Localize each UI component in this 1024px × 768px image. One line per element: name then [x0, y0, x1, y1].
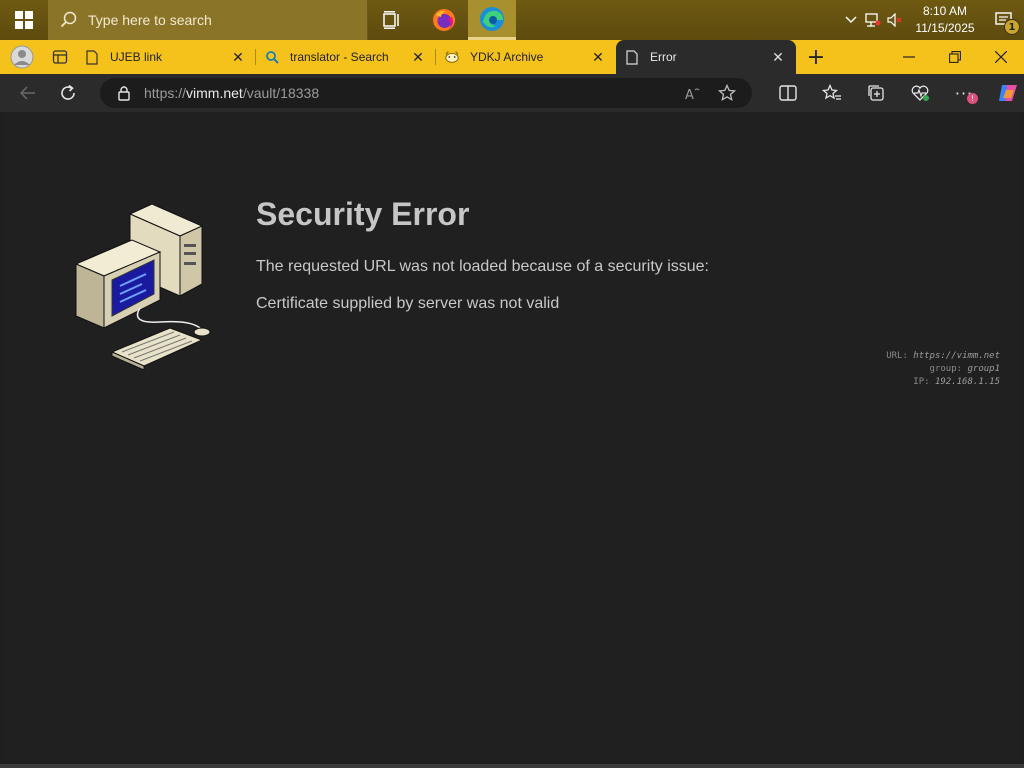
restore-icon [949, 51, 961, 63]
favorites-button[interactable] [810, 74, 854, 112]
diag-group-row: group: group1 [886, 363, 1000, 376]
diagnostic-info: URL: https://vimm.net group: group1 IP: … [886, 350, 1000, 389]
tab-title: YDKJ Archive [470, 50, 544, 64]
extension-badge: ! [967, 93, 978, 104]
back-button[interactable] [8, 74, 48, 112]
diag-url-value: https://vimm.net [913, 351, 1000, 361]
minimize-icon [903, 56, 915, 58]
network-icon[interactable] [862, 0, 884, 40]
diag-ip-label: IP: [913, 377, 930, 387]
profile-button[interactable] [0, 40, 44, 74]
close-icon[interactable]: ✕ [770, 49, 786, 65]
notification-count-badge: 1 [1004, 19, 1020, 35]
hand-icon [444, 49, 460, 65]
task-view-button[interactable] [368, 0, 416, 40]
diag-ip-value: 192.168.1.15 [934, 377, 1000, 387]
tab-actions-icon [52, 50, 68, 64]
tab-translator-search[interactable]: translator - Search ✕ [256, 40, 436, 74]
refresh-icon [61, 84, 75, 100]
window-bottom-border [0, 764, 1024, 768]
page-icon [84, 49, 100, 65]
system-tray: 8:10 AM 11/15/2025 1 [840, 0, 1024, 40]
taskbar: Type here to search 8:10 AM 11/15/2025 1 [0, 0, 1024, 40]
notification-center-button[interactable]: 1 [984, 0, 1024, 40]
page-icon [624, 49, 640, 65]
url-scheme: https:// [144, 85, 187, 101]
windows-logo-icon [15, 11, 33, 29]
taskbar-search-box[interactable]: Type here to search [48, 0, 368, 40]
taskbar-search-placeholder: Type here to search [88, 12, 212, 28]
computer-illustration-icon [74, 204, 211, 370]
address-bar[interactable]: https://vimm.net/vault/18338 A [100, 78, 752, 108]
search-icon [264, 49, 280, 65]
edge-icon [480, 6, 504, 31]
lock-icon [118, 85, 130, 101]
close-window-button[interactable] [978, 40, 1024, 74]
collections-button[interactable] [854, 74, 898, 112]
search-icon [60, 11, 77, 28]
split-screen-icon [779, 85, 797, 101]
page-content: Security Error The requested URL was not… [4, 112, 1020, 764]
taskbar-clock[interactable]: 8:10 AM 11/15/2025 [906, 3, 984, 37]
heart-pulse-icon [911, 85, 929, 101]
read-aloud-icon: A [685, 88, 700, 101]
settings-more-button[interactable]: ··· ! [942, 74, 986, 112]
refresh-button[interactable] [48, 74, 88, 112]
browser-tab-strip: UJEB link ✕ translator - Search ✕ YDKJ A… [0, 40, 1024, 74]
error-title: Security Error [256, 196, 470, 232]
favorites-star-list-icon [822, 84, 841, 100]
diag-url-row: URL: https://vimm.net [886, 350, 1000, 363]
tab-ujeb-link[interactable]: UJEB link ✕ [76, 40, 256, 74]
restore-button[interactable] [932, 40, 978, 74]
avatar-icon [10, 45, 34, 69]
edge-taskbar-button[interactable] [468, 0, 516, 40]
diag-url-label: URL: [886, 351, 908, 361]
browser-essentials-button[interactable] [898, 74, 942, 112]
favorite-star-button[interactable] [710, 78, 744, 108]
firefox-taskbar-button[interactable] [420, 0, 468, 40]
start-button[interactable] [0, 0, 48, 40]
window-controls [886, 40, 1024, 74]
clock-date: 11/15/2025 [915, 21, 975, 35]
star-icon [718, 84, 736, 102]
error-detail: Certificate supplied by server was not v… [256, 295, 560, 312]
chevron-up-icon[interactable] [840, 0, 862, 40]
diag-ip-row: IP: 192.168.1.15 [886, 376, 1000, 389]
tab-title: Error [650, 50, 677, 64]
copilot-icon [999, 85, 1017, 101]
firefox-icon [433, 9, 455, 31]
tab-error[interactable]: Error ✕ [616, 40, 796, 74]
task-view-icon [383, 11, 399, 29]
svg-text:A: A [685, 88, 694, 101]
diag-group-value: group1 [967, 364, 1000, 374]
close-icon[interactable]: ✕ [230, 49, 246, 65]
read-aloud-button[interactable]: A [676, 78, 710, 108]
plus-icon: + [806, 44, 826, 70]
close-icon[interactable]: ✕ [410, 49, 426, 65]
tab-ydkj-archive[interactable]: YDKJ Archive ✕ [436, 40, 616, 74]
split-screen-button[interactable] [766, 74, 810, 112]
tab-title: translator - Search [290, 50, 389, 64]
close-icon [995, 51, 1007, 63]
diag-group-label: group: [929, 364, 963, 374]
url-host: vimm.net [186, 85, 243, 101]
tab-title: UJEB link [110, 50, 163, 64]
tab-actions-button[interactable] [44, 40, 76, 74]
arrow-left-icon [20, 86, 35, 100]
new-tab-button[interactable]: + [796, 40, 836, 74]
error-message: The requested URL was not loaded because… [256, 258, 709, 275]
address-url: https://vimm.net/vault/18338 [144, 85, 319, 101]
copilot-button[interactable] [986, 74, 1024, 112]
volume-muted-icon[interactable] [884, 0, 906, 40]
browser-toolbar: https://vimm.net/vault/18338 A ··· ! [0, 74, 1024, 112]
close-icon[interactable]: ✕ [590, 49, 606, 65]
minimize-button[interactable] [886, 40, 932, 74]
clock-time: 8:10 AM [922, 4, 968, 18]
url-path: /vault/18338 [242, 85, 320, 101]
collections-icon [868, 85, 884, 101]
